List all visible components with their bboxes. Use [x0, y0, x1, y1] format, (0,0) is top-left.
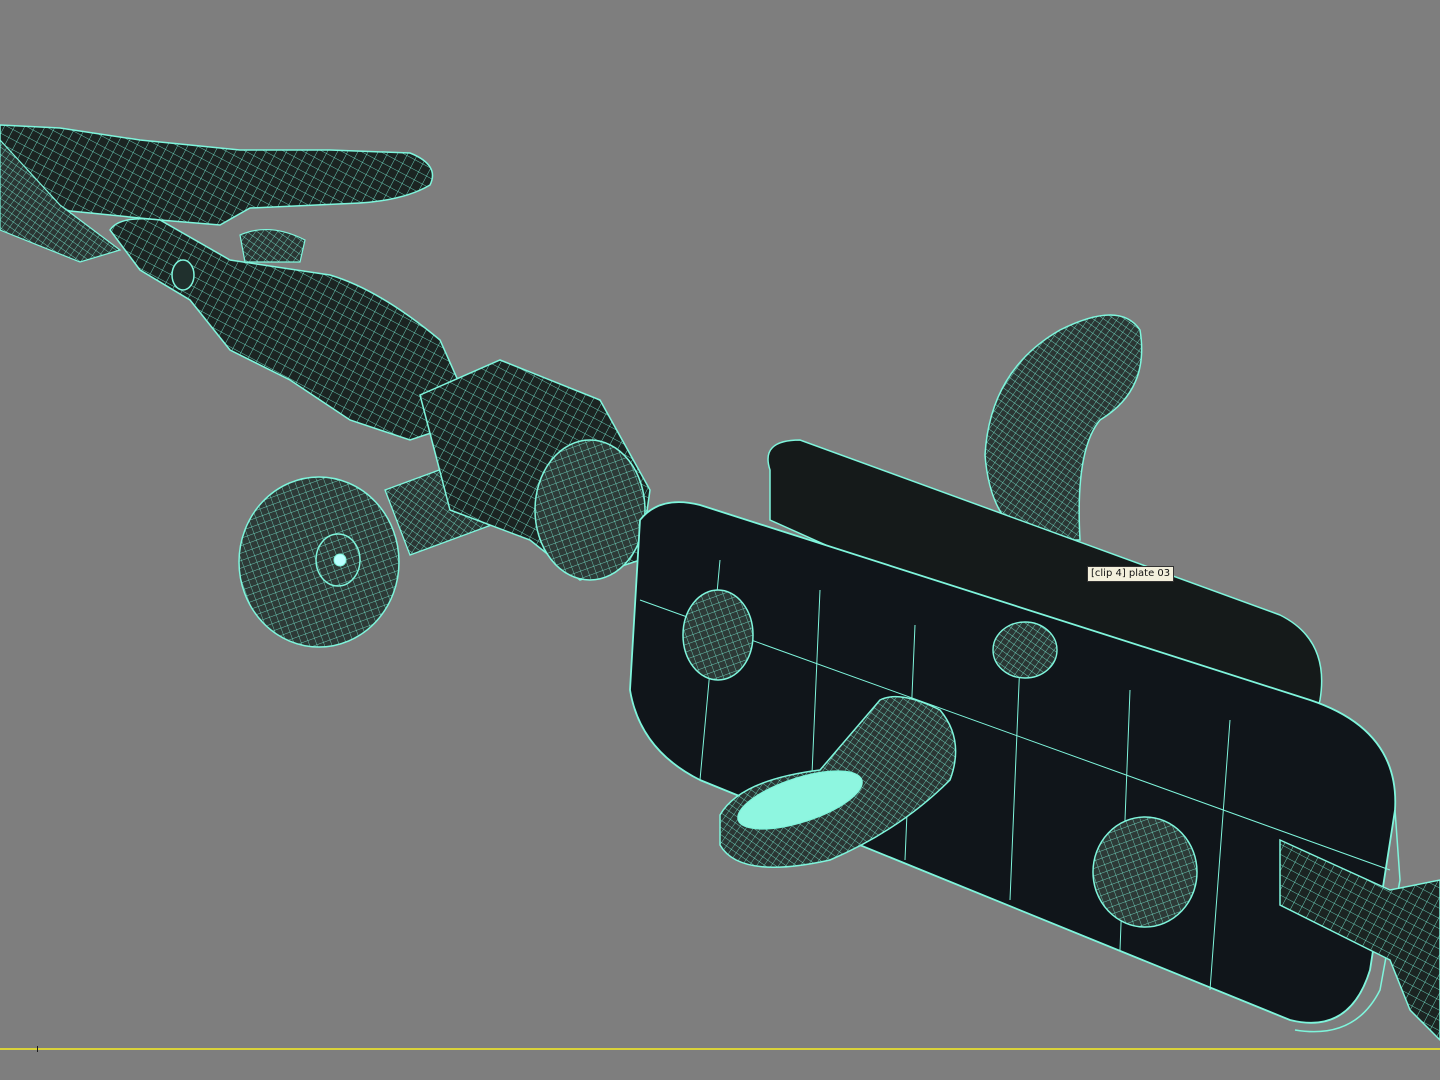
timeline-track[interactable] [0, 1048, 1440, 1050]
timeline-playhead[interactable] [37, 1046, 38, 1052]
wireframe-scene[interactable] [0, 0, 1440, 1080]
object-tooltip: [clip 4] plate 03 [1087, 566, 1175, 582]
barrel-connector[interactable] [419, 359, 651, 581]
timeline-bar[interactable] [0, 1044, 1440, 1080]
clip-body[interactable] [0, 124, 461, 441]
curved-hook[interactable] [984, 314, 1143, 541]
3d-viewport[interactable]: [clip 4] plate 03 [0, 0, 1440, 1080]
